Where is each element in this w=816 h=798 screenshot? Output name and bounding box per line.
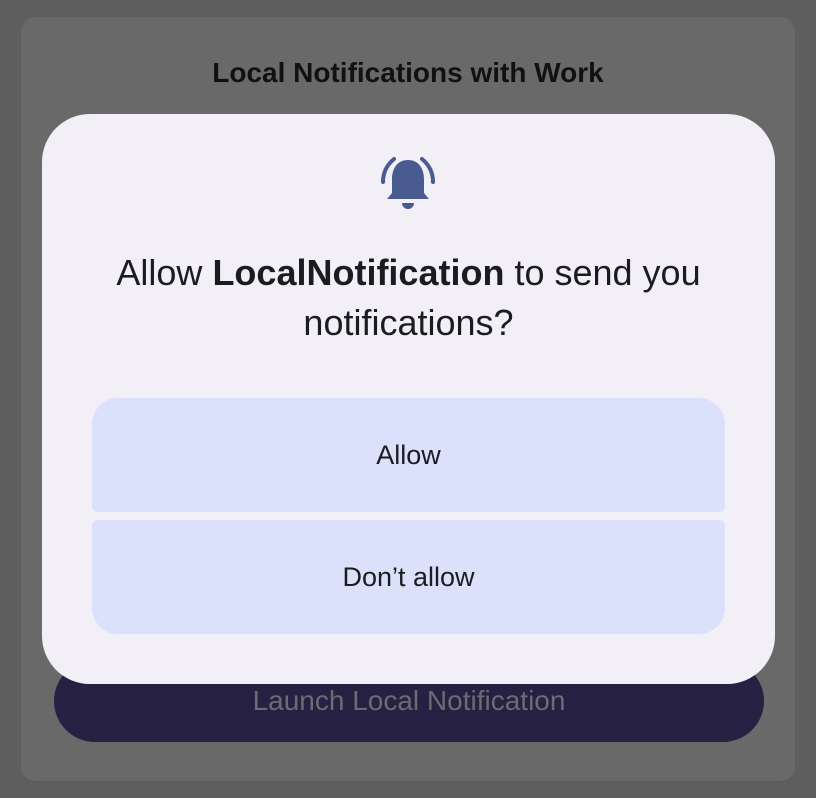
dialog-app-name: LocalNotification — [212, 252, 505, 293]
dialog-title-prefix: Allow — [116, 252, 213, 293]
permission-dialog: Allow LocalNotification to send you noti… — [42, 114, 775, 684]
app-title: Local Notifications with Work — [212, 57, 604, 88]
dont-allow-button[interactable]: Don’t allow — [92, 520, 725, 634]
allow-button[interactable]: Allow — [92, 398, 725, 512]
bell-icon — [381, 157, 435, 209]
dialog-title: Allow LocalNotification to send you noti… — [82, 248, 735, 348]
